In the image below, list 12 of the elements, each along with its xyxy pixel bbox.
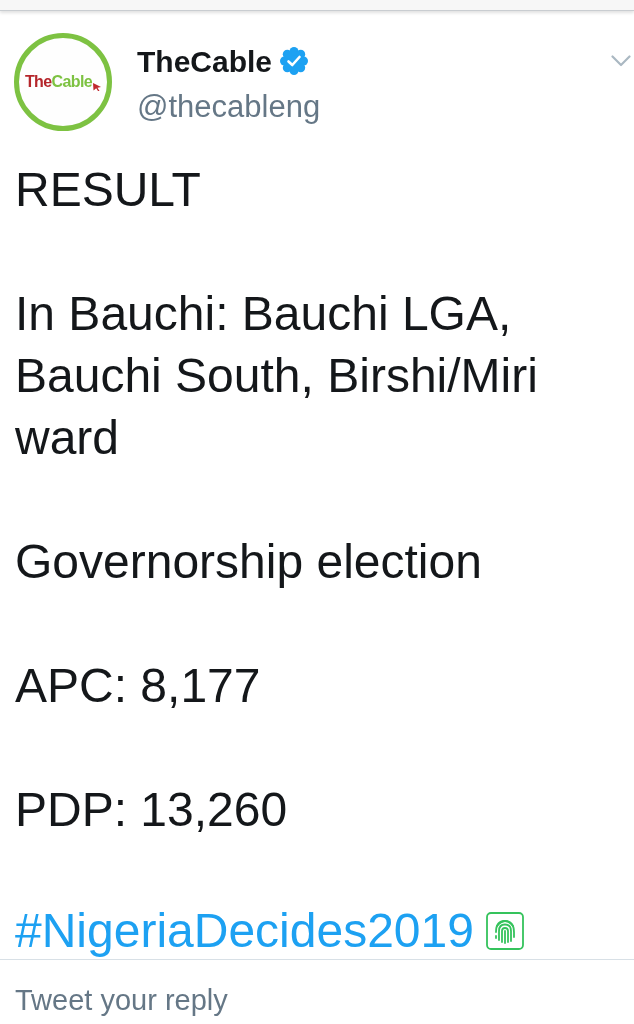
tweet-text: PDP: 13,260 [15,782,288,838]
reply-field[interactable]: Tweet your reply [15,980,315,1020]
hashtag-link[interactable]: #NigeriaDecides2019 [15,903,474,959]
account-name: TheCable [137,44,273,80]
chevron-down-icon[interactable] [611,55,631,67]
tweet-text: RESULT [15,162,201,218]
account-handle: @thecableng [137,89,321,125]
tweet-text: Governorship election [15,534,482,590]
tweet-text: In Bauchi: Bauchi LGA, Bauchi South, Birshi/Miri ward [15,286,538,466]
cursor-icon [93,83,102,91]
tweet-text: APC: 8,177 [15,658,261,714]
logo-text: TheCable [24,73,93,91]
